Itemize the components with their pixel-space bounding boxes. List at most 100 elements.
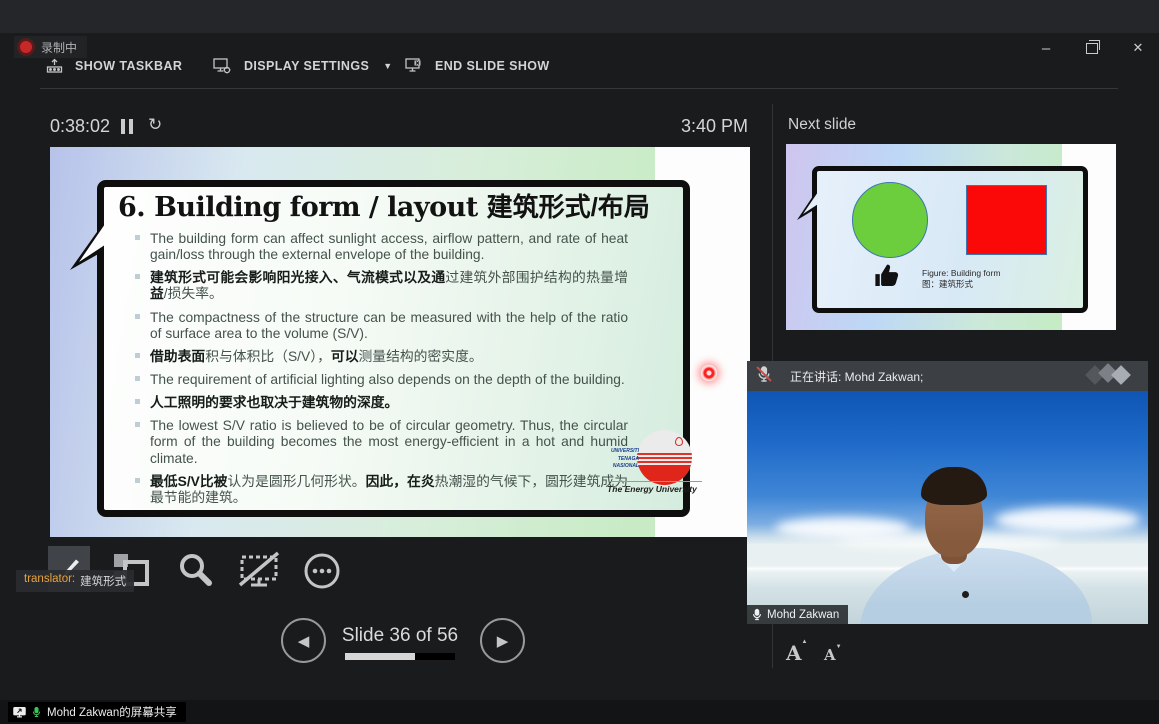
bullet-segment: 人工照明的要求也取决于建筑物的深度。 xyxy=(150,395,398,410)
show-taskbar-icon xyxy=(46,57,63,74)
slide-title: 6. Building form / layout 建筑形式/布局 xyxy=(118,187,678,224)
slide-bullet: 最低S/V比被认为是圆形几何形状。因此，在炎热潮湿的气候下，圆形建筑成为最节能的… xyxy=(150,474,628,506)
restore-button[interactable] xyxy=(1081,39,1103,57)
close-button[interactable]: ✕ xyxy=(1127,39,1149,57)
prev-slide-icon: ◀ xyxy=(298,632,310,650)
mic-icon xyxy=(752,608,762,621)
bullet-segment: 因此，在炎 xyxy=(366,474,435,489)
slide-bullet: 人工照明的要求也取决于建筑物的深度。 xyxy=(150,395,628,411)
lapel-mic xyxy=(962,591,969,598)
bullet-segment: 认为是圆形几何形状。 xyxy=(228,474,366,489)
bullet-segment: 积与体积比（S/V）， xyxy=(205,349,331,364)
logo-university-name: UNIVERSITI TENAGA NASIONAL xyxy=(601,448,639,471)
restore-icon xyxy=(1086,43,1098,54)
bullet-segment: The requirement of artificial lighting a… xyxy=(150,372,625,387)
preview-square xyxy=(966,185,1047,255)
translator-tooltip-text: 建筑形式 xyxy=(80,573,126,589)
chevron-down-icon: ▼ xyxy=(383,61,392,71)
minimize-button[interactable]: – xyxy=(1035,39,1057,57)
active-speaker-text: 正在讲话: Mohd Zakwan; xyxy=(790,368,923,385)
slide-bullet: 建筑形式可能会影响阳光接入、气流模式以及通过建筑外部围护结构的热量增益/损失率。 xyxy=(150,270,628,302)
pause-timer-button[interactable] xyxy=(121,119,135,134)
font-decrease-label: A xyxy=(824,646,836,664)
preview-circle xyxy=(852,182,928,258)
bullet-segment: 最低S/V比被 xyxy=(150,474,228,489)
slide-bullet: 借助表面积与体积比（S/V），可以测量结构的密实度。 xyxy=(150,349,628,365)
diamond-icon xyxy=(1111,365,1131,385)
bullet-segment: 过建筑外部围护结构的热量增 xyxy=(445,270,628,285)
next-slide-button[interactable]: ▶ xyxy=(480,618,525,663)
thumbs-up-icon xyxy=(872,262,899,294)
webcam-video[interactable] xyxy=(747,391,1148,624)
display-settings-label: DISPLAY SETTINGS xyxy=(244,59,369,73)
slide-progress-bar xyxy=(345,653,455,660)
slide-counter: Slide 36 of 56 xyxy=(330,625,470,647)
previous-slide-button[interactable]: ◀ xyxy=(281,618,326,663)
presenter-window: 录制中 – ✕ SHOW TASKBAR DISPLAY SETTINGS xyxy=(0,33,1159,700)
display-settings-icon xyxy=(213,57,232,75)
restart-timer-button[interactable]: ↻ xyxy=(148,115,162,135)
next-slide-preview[interactable]: Figure: Building form 图：建筑形式 xyxy=(786,144,1116,330)
pause-icon xyxy=(121,119,125,134)
cloud xyxy=(995,507,1140,533)
active-speaker-bar: 正在讲话: Mohd Zakwan; xyxy=(747,361,1148,391)
logo-tagline: The Energy University xyxy=(602,484,702,494)
increase-font-button[interactable]: A▲ xyxy=(786,641,807,665)
end-slide-show-label: END SLIDE SHOW xyxy=(435,59,550,73)
logo-divider xyxy=(610,481,702,482)
panel-drag-handle[interactable] xyxy=(1086,364,1138,388)
laser-pointer xyxy=(701,365,717,381)
bullet-segment: /损失率。 xyxy=(164,286,223,301)
system-taskbar: Mohd Zakwan的屏幕共享 xyxy=(0,700,1159,724)
slide-bullet: The requirement of artificial lighting a… xyxy=(150,372,628,388)
next-slide-label: Next slide xyxy=(788,116,856,134)
window-controls: – ✕ xyxy=(1035,39,1149,57)
translator-tooltip: translator: 建筑形式 xyxy=(16,570,134,592)
bullet-segment: The lowest S/V ratio is believed to be o… xyxy=(150,418,628,465)
participant-name: Mohd Zakwan xyxy=(767,609,839,621)
mic-active-icon xyxy=(32,706,41,718)
bullet-segment: The compactness of the structure can be … xyxy=(150,310,628,341)
bullet-segment: 借助表面 xyxy=(150,349,205,364)
clock: 3:40 PM xyxy=(668,116,748,137)
font-increase-label: A xyxy=(786,641,802,665)
more-options-button[interactable] xyxy=(299,550,345,592)
bullet-segment: 可以 xyxy=(331,349,359,364)
bullet-segment: 建筑形式可能会影响阳光接入、气流模式以及通 xyxy=(150,270,445,285)
logo-red-half xyxy=(637,465,692,485)
recording-label: 录制中 xyxy=(41,39,77,56)
end-slide-show-button[interactable]: END SLIDE SHOW xyxy=(405,57,550,74)
decrease-font-button[interactable]: A▼ xyxy=(824,646,842,664)
caret-down-icon: ▼ xyxy=(836,644,842,650)
magnifier-icon xyxy=(176,551,214,589)
slide-bullet: The compactness of the structure can be … xyxy=(150,310,628,342)
black-screen-button[interactable] xyxy=(235,549,283,591)
slide-bullets: The building form can affect sunlight ac… xyxy=(150,231,628,513)
show-taskbar-label: SHOW TASKBAR xyxy=(75,59,182,73)
mic-muted-icon xyxy=(757,366,771,387)
logo-flame-icon xyxy=(675,437,683,446)
annotate-screen-icon xyxy=(238,551,280,589)
participant-name-tag: Mohd Zakwan xyxy=(747,605,848,624)
preview-caption: Figure: Building form 图：建筑形式 xyxy=(922,268,1000,291)
screen: 录制中 – ✕ SHOW TASKBAR DISPLAY SETTINGS xyxy=(0,0,1159,724)
translator-tooltip-prefix: translator: xyxy=(24,573,75,589)
zoom-slide-button[interactable] xyxy=(172,549,218,591)
slide-title-zh: 建筑形式/布局 xyxy=(487,192,650,222)
screen-share-badge[interactable]: Mohd Zakwan的屏幕共享 xyxy=(8,702,186,722)
show-taskbar-button[interactable]: SHOW TASKBAR xyxy=(46,57,182,74)
recording-indicator: 录制中 xyxy=(14,36,87,58)
display-settings-button[interactable]: DISPLAY SETTINGS ▼ xyxy=(213,57,393,75)
bullet-segment: 益 xyxy=(150,286,164,301)
slide-progress-fill xyxy=(345,653,415,660)
bullet-segment: The building form can affect sunlight ac… xyxy=(150,231,628,262)
caret-up-icon: ▲ xyxy=(802,639,808,645)
share-label: Mohd Zakwan的屏幕共享 xyxy=(47,704,177,720)
elapsed-timer: 0:38:02 xyxy=(50,116,110,137)
pause-icon xyxy=(129,119,133,134)
end-slide-show-icon xyxy=(405,57,423,74)
university-logo xyxy=(637,430,692,485)
header-divider xyxy=(40,88,1118,89)
desktop-top-strip xyxy=(0,0,1159,33)
current-slide-canvas[interactable]: 6. Building form / layout 建筑形式/布局 The bu… xyxy=(50,147,750,537)
